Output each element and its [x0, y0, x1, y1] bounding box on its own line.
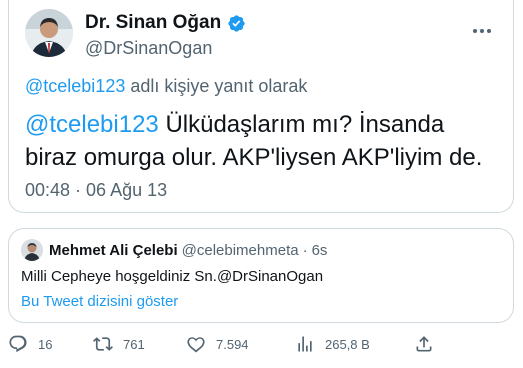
author-avatar[interactable]	[25, 9, 73, 57]
tweet-text-mention[interactable]: @tcelebi123	[25, 111, 159, 138]
quote-author-name[interactable]: Mehmet Ali Çelebi	[49, 242, 178, 259]
share-button[interactable]	[414, 334, 434, 354]
quote-header: Mehmet Ali Çelebi @celebimehmeta · 6s	[49, 242, 327, 259]
reply-icon	[9, 335, 27, 353]
tweet-timestamp[interactable]: 00:48 · 06 Ağu 13	[25, 180, 167, 201]
reply-count: 16	[38, 336, 53, 352]
views-count: 265,8 B	[325, 336, 370, 352]
like-count: 7.594	[216, 336, 249, 352]
views-icon	[298, 336, 312, 352]
retweet-icon	[93, 337, 113, 351]
verified-badge-icon	[228, 14, 245, 32]
like-button[interactable]: 7.594	[186, 334, 249, 354]
tweet-card: Dr. Sinan Oğan @DrSinanOgan @tcelebi123 …	[8, 0, 514, 213]
quoted-tweet[interactable]: Mehmet Ali Çelebi @celebimehmeta · 6s Mi…	[8, 228, 514, 323]
reply-context: @tcelebi123 adlı kişiye yanıt olarak	[25, 76, 307, 97]
quote-time[interactable]: 6s	[312, 242, 328, 259]
reply-to-suffix: adlı kişiye yanıt olarak	[125, 76, 308, 96]
more-icon[interactable]	[473, 20, 497, 40]
quote-avatar[interactable]	[21, 239, 43, 261]
views-button[interactable]: 265,8 B	[295, 334, 370, 354]
quote-author-handle[interactable]: @celebimehmeta	[182, 242, 299, 259]
author-name[interactable]: Dr. Sinan Oğan	[85, 12, 221, 34]
tweet-time: 00:48	[25, 180, 71, 200]
author-name-row: Dr. Sinan Oğan	[85, 12, 246, 34]
tweet-date: 06 Ağu 13	[86, 180, 168, 200]
quote-text: Milli Cepheye hoşgeldiniz Sn.@DrSinanOga…	[21, 268, 324, 285]
reply-to-mention[interactable]: @tcelebi123	[25, 76, 125, 96]
reply-button[interactable]: 16	[8, 334, 52, 354]
action-bar: 16 761 7.594 265,8 B	[0, 334, 523, 358]
retweet-count: 761	[123, 336, 145, 352]
quote-separator: ·	[302, 242, 308, 259]
author-handle[interactable]: @DrSinanOgan	[85, 38, 212, 59]
show-thread-link[interactable]: Bu Tweet dizisini göster	[21, 293, 178, 310]
timestamp-separator: ·	[70, 180, 87, 200]
like-icon	[187, 337, 205, 353]
share-icon	[416, 336, 432, 352]
retweet-button[interactable]: 761	[93, 334, 145, 354]
tweet-text: @tcelebi123 Ülküdaşlarım mı? İnsanda bir…	[25, 108, 495, 174]
